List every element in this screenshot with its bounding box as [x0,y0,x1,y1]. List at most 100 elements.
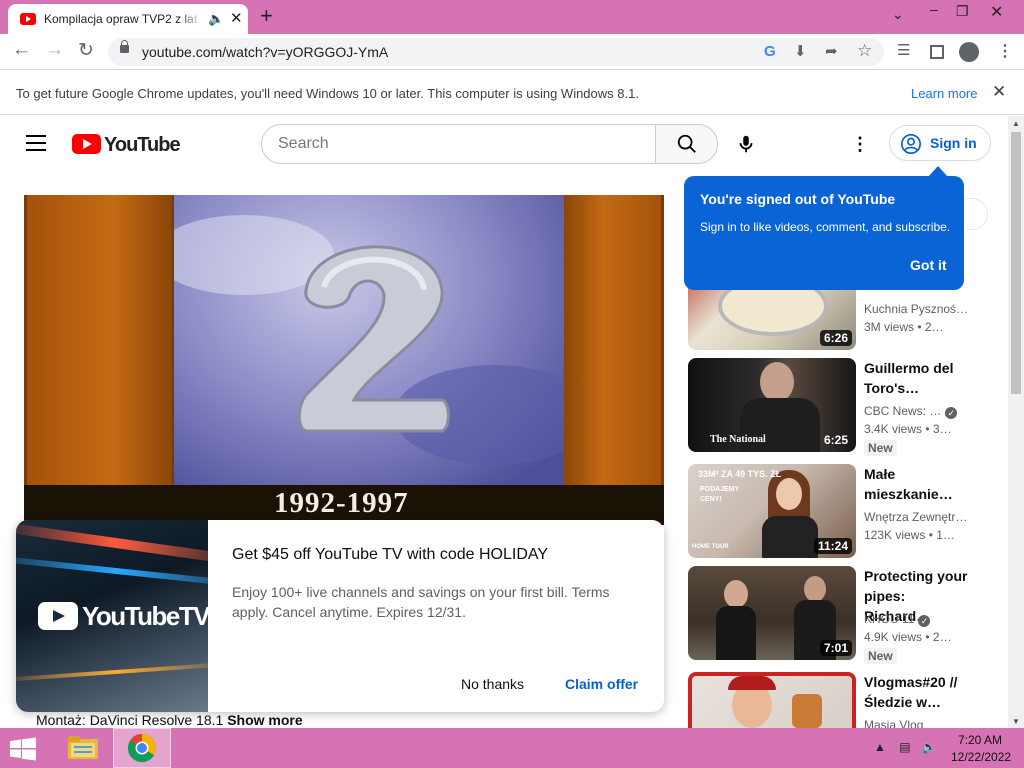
recommendation-item[interactable]: 33M² ZA 49 TYS. ZŁ PODAJEMY CENY! HOME T… [688,464,988,558]
back-button[interactable]: ← [12,39,31,61]
file-explorer-taskbar-button[interactable] [56,728,114,768]
close-window-button[interactable]: ✕ [990,2,1003,22]
infobar-close-icon[interactable]: ✕ [992,82,1006,102]
tooltip-title: You're signed out of YouTube [700,191,896,207]
install-app-icon[interactable]: ⬇ [794,42,807,60]
duration-badge: 6:25 [823,433,848,447]
google-lens-icon[interactable]: G [764,43,776,60]
claim-offer-button[interactable]: Claim offer [565,676,638,692]
scroll-up-arrow-icon[interactable]: ▲ [1012,119,1020,128]
verified-check-icon: ✓ [918,615,931,627]
channel-name[interactable]: CBC News: … ✓ [864,404,958,419]
thumbnail-caption: The National [710,434,766,445]
tab-search-icon[interactable]: ⌄ [892,6,904,23]
channel-name[interactable]: KHOU 11 ✓ [864,612,931,627]
channel-name[interactable]: Masia Vlog [864,718,923,728]
video-title[interactable]: Vlogmas#20 // Śledzie w… [864,672,968,712]
reload-button[interactable]: ↻ [78,39,94,62]
sign-in-button[interactable]: Sign in [889,125,991,161]
video-frame [174,195,564,485]
verified-check-icon: ✓ [945,407,958,419]
browser-toolbar: ← → ↻ youtube.com/watch?v=yORGGOJ-YmA G … [0,34,1024,70]
browser-tab-active[interactable]: Kompilacja opraw TVP2 z lat 🔈 ✕ [8,4,248,34]
restore-button[interactable]: ❐ [956,3,969,20]
video-overlay-text: 1992-1997 [274,487,409,519]
chrome-menu-icon[interactable]: ⋮ [997,41,1013,61]
tab-title: Kompilacja opraw TVP2 z lat [44,12,202,26]
media-queue-icon[interactable]: ☰ [897,41,910,59]
volume-icon[interactable]: 🔈 [922,740,937,754]
audio-playing-icon[interactable]: 🔈 [208,11,224,27]
clock-date[interactable]: 12/22/2022 [951,750,1011,764]
page-scrollbar[interactable]: ▲ ▼ [1008,116,1024,728]
youtube-favicon-icon [20,13,36,25]
forward-button[interactable]: → [45,39,64,61]
tooltip-body: Sign in to like videos, comment, and sub… [700,220,951,234]
new-badge: New [864,440,897,456]
view-count: 3.4K views • 3… [864,422,952,436]
tab-close-icon[interactable]: ✕ [230,9,243,27]
share-icon[interactable]: ➦ [825,42,838,60]
bookmark-star-icon[interactable]: ☆ [857,41,872,61]
description-text: Montaż: DaVinci Resolve 18.1 [36,712,224,728]
new-tab-button[interactable]: + [260,3,273,29]
video-player[interactable]: 1992-1997 [24,195,664,525]
view-count: 3M views • 2… [864,320,944,334]
video-thumbnail[interactable]: 7:01 [688,566,856,660]
network-icon[interactable]: ▤ [899,740,910,754]
search-icon [677,134,696,153]
youtube-logo[interactable]: YouTube [72,133,181,157]
microphone-icon [739,135,753,153]
voice-search-button[interactable] [726,124,766,164]
no-thanks-button[interactable]: No thanks [461,676,524,692]
view-count: 123K views • 1… [864,528,955,542]
video-thumbnail[interactable] [688,672,856,728]
search-button[interactable] [655,124,718,164]
youtube-tv-logo-text: YouTubeTV [82,601,208,631]
youtube-play-icon [72,134,101,154]
url-text[interactable]: youtube.com/watch?v=yORGGOJ-YmA [142,44,388,60]
video-title[interactable]: Guillermo del Toro's… [864,358,968,398]
browser-title-bar: Kompilacja opraw TVP2 z lat 🔈 ✕ + ⌄ – ❐ … [0,0,1024,34]
system-tray: ▲ ▤ 🔈 [874,740,937,754]
guide-menu-icon[interactable] [26,135,46,151]
lock-icon[interactable] [120,40,129,53]
scroll-down-arrow-icon[interactable]: ▼ [1012,717,1020,726]
recommendation-item[interactable]: 7:01 Protecting your pipes: Richard… KHO… [688,566,988,664]
recommendation-item[interactable]: The National 6:25 Guillermo del Toro's… … [688,358,988,456]
youtube-tv-promo-dialog: YouTubeTV Get $45 off YouTube TV with co… [16,520,664,712]
show-more-button[interactable]: Show more [227,712,302,728]
minimize-button[interactable]: – [930,1,938,17]
thumbnail-tag: HOME TOUR [692,544,729,550]
learn-more-link[interactable]: Learn more [911,86,977,101]
clock-time[interactable]: 7:20 AM [958,733,1002,747]
address-bar[interactable]: youtube.com/watch?v=yORGGOJ-YmA G ⬇ ➦ ☆ [108,38,884,66]
video-thumbnail[interactable]: 33M² ZA 49 TYS. ZŁ PODAJEMY CENY! HOME T… [688,464,856,558]
duration-badge: 11:24 [813,538,852,554]
thumbnail-caption: 33M² ZA 49 TYS. ZŁ [698,469,782,479]
infobar-message: To get future Google Chrome updates, you… [16,86,639,101]
scrollbar-thumb[interactable] [1011,132,1021,394]
chip-bar-edge[interactable] [966,198,988,230]
windows-taskbar: ▲ ▤ 🔈 7:20 AM 12/22/2022 [0,728,1024,768]
side-panel-icon[interactable] [930,45,944,59]
show-hidden-icons-icon[interactable]: ▲ [874,740,886,754]
channel-name[interactable]: Kuchnia Pysznoś… [864,302,968,316]
profile-avatar-icon[interactable] [959,42,979,62]
search-input[interactable] [278,134,638,154]
account-circle-icon [901,134,921,154]
promo-title: Get $45 off YouTube TV with code HOLIDAY [232,546,549,563]
recommendation-item[interactable]: Vlogmas#20 // Śledzie w… Masia Vlog [688,672,988,728]
folder-icon [68,736,98,759]
video-title[interactable]: Małe mieszkanie… [864,464,968,504]
youtube-header: YouTube ⋮ Sign in [0,116,1008,172]
video-thumbnail[interactable]: The National 6:25 [688,358,856,452]
chrome-taskbar-button[interactable] [113,728,171,768]
youtube-logo-text: YouTube [104,134,181,156]
got-it-button[interactable]: Got it [910,257,947,273]
windows-start-icon[interactable] [8,737,38,761]
settings-menu-icon[interactable]: ⋮ [848,134,872,154]
duration-badge: 6:26 [819,330,852,346]
search-box[interactable] [261,124,655,164]
channel-name[interactable]: Wnętrza Zewnętr… [864,510,967,524]
